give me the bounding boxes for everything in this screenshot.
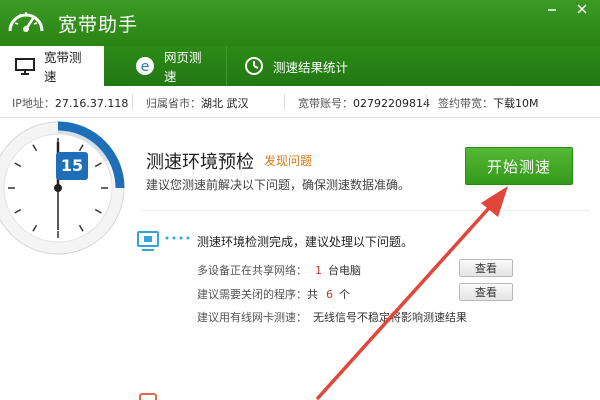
region-value: 湖北 武汉 — [201, 97, 249, 110]
monitor-icon — [14, 55, 36, 77]
info-divider — [426, 94, 427, 110]
issue-note: 无线信号不稳定将影响测速结果 — [313, 311, 467, 324]
computer-check-icon — [137, 231, 159, 251]
svg-text:e: e — [141, 59, 150, 75]
browser-icon: e — [134, 55, 156, 77]
issue-label: 建议用有线网卡测速： — [197, 311, 307, 324]
region-label: 归属省市： — [146, 97, 201, 110]
clock-icon — [243, 55, 265, 77]
connection-info-bar: IP地址：27.16.37.118 归属省市：湖北 武汉 宽带账号：027922… — [0, 86, 600, 118]
issue-label: 多设备正在共享网络： — [197, 264, 307, 277]
tab-webpage-speedtest[interactable]: e 网页测速 — [104, 46, 226, 86]
bandwidth-value: 下载10M — [493, 97, 539, 110]
precheck-description: 建议您测速前解决以下问题，确保测速数据准确。 — [146, 178, 411, 192]
view-button-programs[interactable]: 查看 — [459, 283, 513, 301]
gauge-value: 15 — [60, 156, 84, 175]
issue-suffix: 台电脑 — [328, 264, 361, 277]
progress-dots-icon — [165, 236, 190, 240]
info-divider — [132, 94, 133, 110]
tab-label: 测速结果统计 — [273, 59, 349, 75]
section-divider — [140, 210, 590, 211]
info-divider — [284, 94, 285, 110]
minimize-icon[interactable] — [544, 2, 560, 16]
region-info: 归属省市：湖北 武汉 — [146, 95, 249, 111]
tab-label: 宽带测速 — [44, 50, 82, 84]
account-label: 宽带账号： — [298, 97, 353, 110]
issues-found-link[interactable]: 发现问题 — [264, 152, 312, 169]
tab-label: 网页测速 — [164, 50, 202, 84]
close-icon[interactable] — [574, 2, 590, 16]
tab-bar: 宽带测速 e 网页测速 测速结果统计 — [0, 46, 600, 86]
speedometer-logo-icon — [8, 12, 44, 32]
ip-label: IP地址： — [12, 97, 55, 110]
view-button-shared-network[interactable]: 查看 — [459, 259, 513, 277]
result-partial-icon — [139, 393, 157, 400]
check-result-title: 测速环境检测完成，建议处理以下问题。 — [197, 235, 414, 249]
ip-value: 27.16.37.118 — [54, 97, 129, 110]
issue-suffix: 个 — [339, 288, 350, 301]
ip-info: IP地址：27.16.37.118 — [12, 95, 128, 111]
account-info: 宽带账号：02792209814 — [298, 95, 430, 111]
tab-results-statistics[interactable]: 测速结果统计 — [227, 46, 362, 86]
issue-count: 1 — [315, 264, 322, 277]
issue-count: 6 — [326, 288, 333, 301]
app-title: 宽带助手 — [58, 14, 139, 36]
issue-label: 建议需要关闭的程序： — [197, 288, 307, 301]
issue-row-shared-network: 多设备正在共享网络： 1 台电脑 — [197, 262, 361, 278]
start-speedtest-button[interactable]: 开始测速 — [465, 147, 573, 185]
issue-row-wired: 建议用有线网卡测速： 无线信号不稳定将影响测速结果 — [197, 309, 467, 325]
bandwidth-info: 签约带宽：下载10M — [438, 95, 539, 111]
issue-row-programs: 建议需要关闭的程序：共 6 个 — [197, 286, 350, 302]
speed-gauge — [0, 121, 125, 255]
issue-prefix: 共 — [307, 288, 318, 301]
account-value: 02792209814 — [353, 97, 430, 110]
title-bar: 宽带助手 — [0, 0, 600, 46]
window-controls — [544, 2, 590, 16]
tab-broadband-speedtest[interactable]: 宽带测速 — [0, 46, 104, 86]
precheck-title: 测速环境预检 — [146, 152, 254, 173]
bandwidth-label: 签约带宽： — [438, 97, 493, 110]
